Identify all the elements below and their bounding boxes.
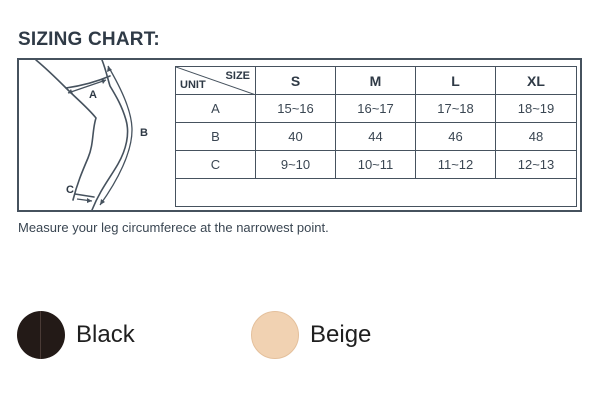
sizing-chart-title: SIZING CHART: xyxy=(18,29,160,50)
table-row-a: A 15~16 16~17 17~18 18~19 xyxy=(175,94,577,123)
column-header-s: S xyxy=(255,66,336,95)
table-empty-cell xyxy=(175,178,577,207)
diagram-label-b: B xyxy=(140,127,148,139)
table-header-row: SIZE UNIT S M L XL xyxy=(175,66,577,95)
column-header-l: L xyxy=(415,66,496,95)
beige-swatch[interactable] xyxy=(251,311,299,359)
table-cell: 44 xyxy=(335,122,416,151)
size-table: SIZE UNIT S M L XL A 15~16 16~17 17~18 1… xyxy=(175,66,577,207)
row-label-c: C xyxy=(175,150,256,179)
table-cell: 18~19 xyxy=(495,94,577,123)
black-swatch[interactable] xyxy=(17,311,65,359)
leg-measurement-diagram: A B C xyxy=(35,60,148,210)
table-cell: 17~18 xyxy=(415,94,496,123)
corner-unit-label: UNIT xyxy=(180,79,206,91)
diagram-label-c: C xyxy=(66,184,74,196)
table-cell: 11~12 xyxy=(415,150,496,179)
color-option-black[interactable]: Black xyxy=(17,311,135,359)
table-cell: 46 xyxy=(415,122,496,151)
table-cell: 40 xyxy=(255,122,336,151)
table-corner-cell: SIZE UNIT xyxy=(175,66,256,95)
table-row-c: C 9~10 10~11 11~12 12~13 xyxy=(175,150,577,179)
color-label-beige: Beige xyxy=(310,321,372,348)
row-label-b: B xyxy=(175,122,256,151)
color-option-beige[interactable]: Beige xyxy=(251,311,371,359)
table-cell: 9~10 xyxy=(255,150,336,179)
corner-size-label: SIZE xyxy=(225,70,250,82)
diagram-label-a: A xyxy=(89,89,97,101)
table-cell: 10~11 xyxy=(335,150,416,179)
table-cell: 16~17 xyxy=(335,94,416,123)
table-cell: 15~16 xyxy=(255,94,336,123)
row-label-a: A xyxy=(175,94,256,123)
table-cell: 48 xyxy=(495,122,577,151)
color-label-black: Black xyxy=(76,321,135,348)
column-header-m: M xyxy=(335,66,416,95)
table-empty-row xyxy=(175,178,577,207)
table-row-b: B 40 44 46 48 xyxy=(175,122,577,151)
measurement-note: Measure your leg circumferece at the nar… xyxy=(18,220,329,235)
column-header-xl: XL xyxy=(495,66,577,95)
table-cell: 12~13 xyxy=(495,150,577,179)
